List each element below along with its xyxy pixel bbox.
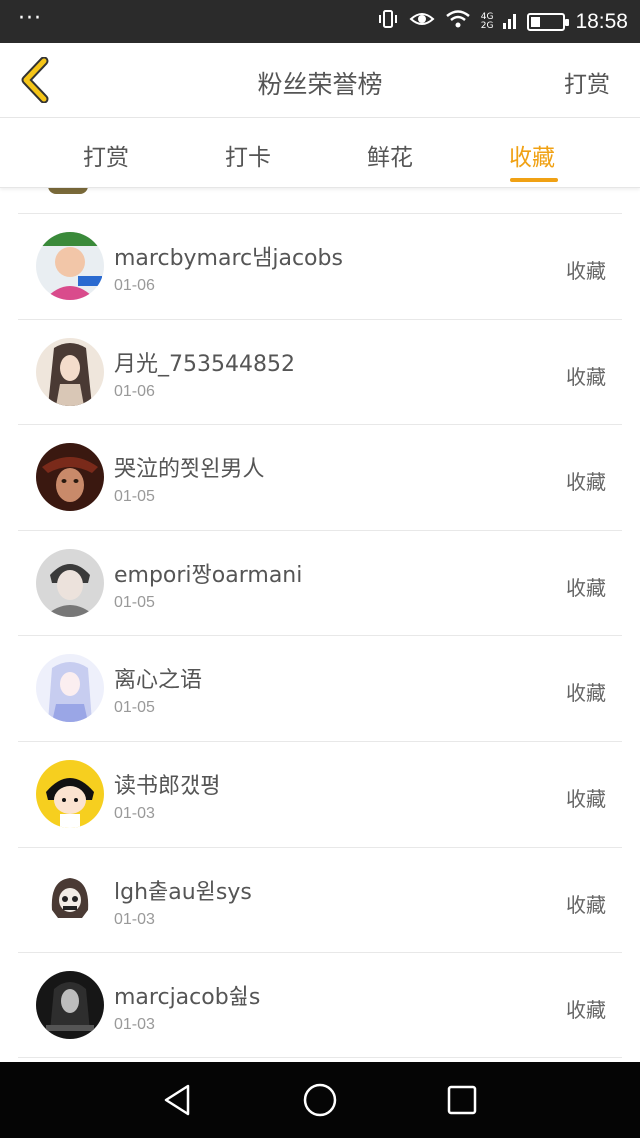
list-item[interactable]: marcjacob쉺s 01-03 收藏: [18, 952, 622, 1058]
item-type: 收藏: [566, 576, 606, 600]
user-name: 读书郎갰평: [114, 774, 221, 799]
avatar: [36, 443, 104, 511]
item-date: 01-03: [114, 805, 155, 822]
list-item[interactable]: marcbymarc냄jacobs 01-06 收藏: [18, 213, 622, 319]
avatar: [36, 549, 104, 617]
user-name: empori짱oarmani: [114, 563, 303, 588]
item-type: 收藏: [566, 681, 606, 705]
avatar: [36, 971, 104, 1039]
user-name: marcbymarc냄jacobs: [114, 246, 343, 271]
item-date: 01-03: [114, 911, 155, 928]
tab-checkin[interactable]: 打卡: [203, 138, 293, 172]
user-name: 哭泣的쬣왼男人: [114, 457, 265, 482]
item-type: 收藏: [566, 787, 606, 811]
active-tab-indicator: [510, 178, 558, 182]
user-name: marcjacob쉺s: [114, 985, 261, 1010]
tab-bar: 打赏 打卡 鲜花 收藏: [0, 118, 640, 188]
notification-dots: ···: [18, 6, 42, 31]
item-date: 01-06: [114, 277, 155, 294]
item-type: 收藏: [566, 893, 606, 917]
user-name: 月光_753544852: [114, 352, 295, 377]
tab-flowers[interactable]: 鲜花: [345, 138, 435, 172]
item-date: 01-05: [114, 488, 155, 505]
eye-comfort-icon: [409, 9, 435, 34]
item-date: 01-05: [114, 699, 155, 716]
system-nav-bar: [0, 1062, 640, 1138]
avatar: [36, 654, 104, 722]
signal-icon: [503, 10, 517, 34]
status-icons: 4G 2G 18:58: [377, 8, 628, 35]
partial-avatar: [48, 188, 88, 194]
battery-icon: [527, 12, 570, 31]
reward-button[interactable]: 打赏: [564, 65, 610, 99]
user-name: 离心之语: [114, 668, 203, 693]
nav-recent-button[interactable]: [442, 1080, 482, 1120]
item-type: 收藏: [566, 470, 606, 494]
item-type: 收藏: [566, 998, 606, 1022]
nav-back-button[interactable]: [158, 1080, 198, 1120]
avatar: [36, 338, 104, 406]
list-item[interactable]: 离心之语 01-05 收藏: [18, 635, 622, 741]
vibrate-icon: [377, 8, 399, 35]
avatar: [36, 866, 104, 934]
avatar: [36, 232, 104, 300]
list-item[interactable]: 读书郎갰평 01-03 收藏: [18, 741, 622, 847]
network-type: 4G 2G: [480, 11, 494, 31]
user-name: lgh춭au윋sys: [114, 880, 252, 905]
item-date: 01-05: [114, 594, 155, 611]
item-type: 收藏: [566, 365, 606, 389]
page-title: 粉丝荣誉榜: [257, 70, 383, 99]
item-date: 01-03: [114, 1016, 155, 1033]
list-item[interactable]: 月光_753544852 01-06 收藏: [18, 319, 622, 425]
status-bar: ··· 4G 2G 18:58: [0, 0, 640, 43]
tab-favorites[interactable]: 收藏: [487, 138, 577, 182]
wifi-icon: [445, 9, 471, 34]
recent-square-icon: [447, 1085, 477, 1115]
back-triangle-icon: [164, 1084, 190, 1116]
clock: 18:58: [575, 9, 628, 33]
home-circle-icon: [303, 1083, 337, 1117]
item-date: 01-06: [114, 383, 155, 400]
list-item[interactable]: lgh춭au윋sys 01-03 收藏: [18, 847, 622, 953]
list-item[interactable]: empori짱oarmani 01-05 收藏: [18, 530, 622, 636]
nav-home-button[interactable]: [300, 1080, 340, 1120]
fan-list[interactable]: marcbymarc냄jacobs 01-06 收藏 月光_753544852 …: [0, 188, 640, 1060]
list-item[interactable]: 哭泣的쬣왼男人 01-05 收藏: [18, 424, 622, 530]
tab-reward[interactable]: 打赏: [61, 138, 151, 172]
avatar: [36, 760, 104, 828]
top-bar: 粉丝荣誉榜 打赏: [0, 43, 640, 118]
item-type: 收藏: [566, 259, 606, 283]
list-divider: [18, 1057, 622, 1058]
